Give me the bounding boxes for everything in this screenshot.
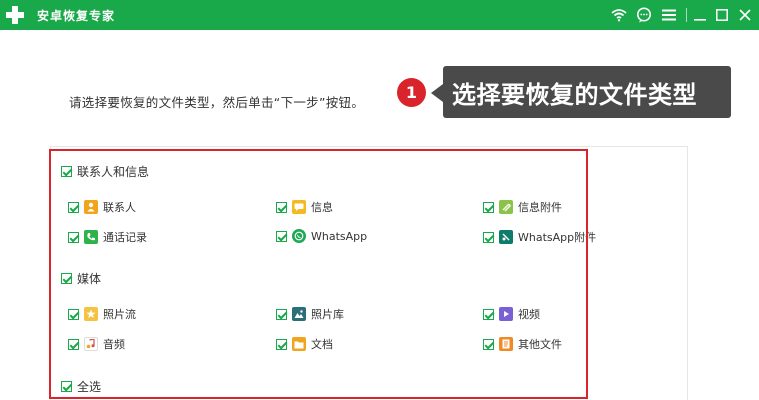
step-number-badge: 1 xyxy=(397,78,426,107)
option-photo-library[interactable]: 照片库 xyxy=(276,306,344,322)
contacts-icon xyxy=(84,200,98,214)
audio-icon xyxy=(84,337,98,351)
group-contacts-checkbox[interactable]: 联系人和信息 xyxy=(61,163,149,180)
option-video[interactable]: 视频 xyxy=(483,306,540,322)
option-contacts[interactable]: 联系人 xyxy=(68,199,136,215)
option-audio[interactable]: 音频 xyxy=(68,336,125,352)
callout-label: 选择要恢复的文件类型 xyxy=(443,66,731,118)
checkbox-checked[interactable] xyxy=(68,308,79,320)
minimize-icon[interactable] xyxy=(692,7,708,23)
option-whatsapp-attachments-label: WhatsApp附件 xyxy=(518,231,597,244)
group-contacts-label: 联系人和信息 xyxy=(77,165,150,179)
maximize-icon[interactable] xyxy=(714,7,730,23)
document-icon xyxy=(292,337,306,351)
photo-stream-icon xyxy=(84,307,98,321)
option-call-log-label: 通话记录 xyxy=(103,231,147,244)
select-all-label: 全选 xyxy=(77,380,102,394)
checkbox-checked[interactable] xyxy=(276,230,287,242)
video-icon xyxy=(499,307,513,321)
checkbox-checked[interactable] xyxy=(61,273,72,284)
checkbox-checked[interactable] xyxy=(61,381,72,392)
callout-pointer xyxy=(431,84,443,102)
main-content: 请选择要恢复的文件类型，然后单击“下一步”按钮。 选择要恢复的文件类型 1 联系… xyxy=(0,30,759,400)
option-whatsapp-label: WhatsApp xyxy=(311,229,368,243)
option-contacts-label: 联系人 xyxy=(103,201,136,214)
option-message-attachments-label: 信息附件 xyxy=(518,201,562,214)
option-photo-library-label: 照片库 xyxy=(311,308,344,321)
group-media-label: 媒体 xyxy=(77,272,102,286)
message-icon xyxy=(292,200,306,214)
phone-icon xyxy=(84,230,98,244)
checkbox-checked[interactable] xyxy=(483,201,494,213)
checkbox-checked[interactable] xyxy=(276,338,287,350)
select-all-checkbox[interactable]: 全选 xyxy=(61,378,101,395)
other-files-icon xyxy=(499,337,513,351)
option-photo-stream-label: 照片流 xyxy=(103,308,136,321)
option-message-attachments[interactable]: 信息附件 xyxy=(483,199,562,215)
option-video-label: 视频 xyxy=(518,308,540,321)
option-messages-label: 信息 xyxy=(311,201,333,214)
option-documents-label: 文档 xyxy=(311,338,333,351)
group-media-checkbox[interactable]: 媒体 xyxy=(61,270,101,287)
checkbox-checked[interactable] xyxy=(483,338,494,350)
app-logo-icon xyxy=(6,6,24,24)
checkbox-checked[interactable] xyxy=(483,308,494,320)
file-type-panel xyxy=(50,146,688,400)
option-audio-label: 音频 xyxy=(103,338,125,351)
checkbox-checked[interactable] xyxy=(68,231,79,243)
whatsapp-icon xyxy=(292,229,306,243)
checkbox-checked[interactable] xyxy=(68,201,79,213)
wifi-icon[interactable] xyxy=(611,7,627,23)
checkbox-checked[interactable] xyxy=(483,231,494,243)
option-call-log[interactable]: 通话记录 xyxy=(68,229,147,245)
option-whatsapp-attachments[interactable]: WhatsApp附件 xyxy=(483,229,596,245)
attachment-icon xyxy=(499,200,513,214)
option-photo-stream[interactable]: 照片流 xyxy=(68,306,136,322)
hamburger-menu-icon[interactable] xyxy=(661,7,677,23)
instruction-text: 请选择要恢复的文件类型，然后单击“下一步”按钮。 xyxy=(69,95,365,110)
title-bar: 安卓恢复专家 xyxy=(0,0,759,30)
checkbox-checked[interactable] xyxy=(276,201,287,213)
option-documents[interactable]: 文档 xyxy=(276,336,333,352)
whatsapp-attachment-icon xyxy=(499,230,513,244)
close-icon[interactable] xyxy=(737,7,753,23)
app-title: 安卓恢复专家 xyxy=(37,9,116,23)
titlebar-divider xyxy=(686,8,687,22)
checkbox-checked[interactable] xyxy=(61,166,72,177)
chat-bubble-icon[interactable] xyxy=(636,7,652,23)
checkbox-checked[interactable] xyxy=(276,308,287,320)
option-other-files-label: 其他文件 xyxy=(518,338,562,351)
checkbox-checked[interactable] xyxy=(68,338,79,350)
photo-library-icon xyxy=(292,307,306,321)
option-messages[interactable]: 信息 xyxy=(276,199,333,215)
option-other-files[interactable]: 其他文件 xyxy=(483,336,562,352)
option-whatsapp[interactable]: WhatsApp xyxy=(276,229,367,243)
